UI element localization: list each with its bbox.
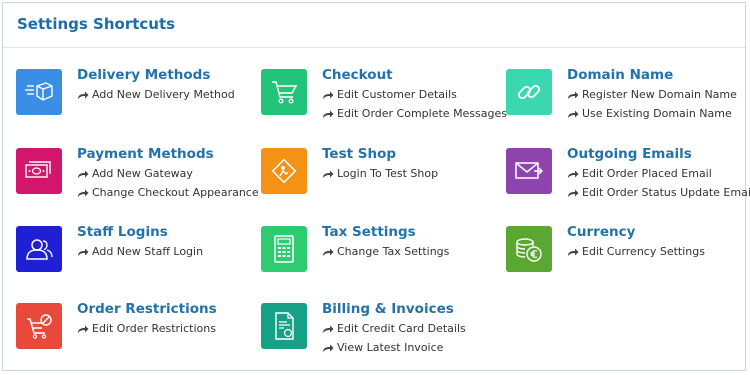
- edit-order-status-update-email-link[interactable]: Edit Order Status Update Email: [567, 186, 750, 199]
- delivery-methods-tile[interactable]: [16, 69, 62, 115]
- billing-invoices-tile[interactable]: [261, 303, 307, 349]
- outgoing-emails-tile[interactable]: [506, 148, 552, 194]
- share-arrow-icon: [567, 188, 579, 198]
- link-label: Add New Staff Login: [92, 245, 204, 258]
- currency-title[interactable]: Currency: [567, 224, 635, 240]
- test-shop-title[interactable]: Test Shop: [322, 146, 396, 162]
- billing-invoices-title[interactable]: Billing & Invoices: [322, 301, 454, 317]
- edit-order-complete-messages-link[interactable]: Edit Order Complete Messages: [322, 107, 507, 120]
- shortcut-staff-logins: Staff Logins Add New Staff Login: [16, 224, 256, 286]
- share-arrow-icon: [77, 188, 89, 198]
- panel-header: Settings Shortcuts: [3, 3, 745, 48]
- link-label: Edit Credit Card Details: [337, 322, 466, 335]
- share-arrow-icon: [322, 169, 334, 179]
- view-latest-invoice-link[interactable]: View Latest Invoice: [322, 341, 443, 354]
- checkout-tile[interactable]: [261, 69, 307, 115]
- staff-logins-title[interactable]: Staff Logins: [77, 224, 168, 240]
- payment-methods-title[interactable]: Payment Methods: [77, 146, 214, 162]
- share-arrow-icon: [77, 169, 89, 179]
- link-label: Edit Currency Settings: [582, 245, 705, 258]
- link-label: Change Tax Settings: [337, 245, 450, 258]
- edit-customer-details-link[interactable]: Edit Customer Details: [322, 88, 457, 101]
- add-new-gateway-link[interactable]: Add New Gateway: [77, 167, 193, 180]
- cash-icon: [25, 161, 51, 178]
- panel-title: Settings Shortcuts: [17, 15, 176, 33]
- shortcut-outgoing-emails: Outgoing Emails Edit Order Placed Email …: [506, 146, 750, 208]
- domain-name-tile[interactable]: [506, 69, 552, 115]
- link-label: Register New Domain Name: [582, 88, 737, 101]
- invoice-icon: [275, 312, 294, 340]
- link-label: Edit Order Restrictions: [92, 322, 216, 335]
- share-arrow-icon: [322, 247, 334, 257]
- add-new-staff-login-link[interactable]: Add New Staff Login: [77, 245, 203, 258]
- checkout-title[interactable]: Checkout: [322, 67, 393, 83]
- share-arrow-icon: [77, 324, 89, 334]
- domain-name-title[interactable]: Domain Name: [567, 67, 673, 83]
- delivery-methods-title[interactable]: Delivery Methods: [77, 67, 210, 83]
- restricted-cart-icon: [27, 314, 52, 339]
- link-label: Change Checkout Appearance: [92, 186, 259, 199]
- add-new-delivery-method-link[interactable]: Add New Delivery Method: [77, 88, 235, 101]
- share-arrow-icon: [322, 90, 334, 100]
- staff-logins-tile[interactable]: [16, 226, 62, 272]
- link-label: Login To Test Shop: [337, 167, 439, 180]
- currency-tile[interactable]: [506, 226, 552, 272]
- users-icon: [26, 239, 53, 260]
- delivery-truck-icon: [25, 82, 53, 101]
- shortcut-domain-name: Domain Name Register New Domain Name Use…: [506, 67, 746, 129]
- shortcut-tax-settings: Tax Settings Change Tax Settings: [261, 224, 501, 286]
- share-arrow-icon: [567, 90, 579, 100]
- register-new-domain-name-link[interactable]: Register New Domain Name: [567, 88, 737, 101]
- link-label: Use Existing Domain Name: [582, 107, 732, 120]
- chain-link-icon: [517, 84, 541, 100]
- order-restrictions-title[interactable]: Order Restrictions: [77, 301, 217, 317]
- link-label: Edit Order Placed Email: [582, 167, 712, 180]
- link-label: Add New Gateway: [92, 167, 193, 180]
- link-label: Edit Customer Details: [337, 88, 457, 101]
- share-arrow-icon: [77, 90, 89, 100]
- change-tax-settings-link[interactable]: Change Tax Settings: [322, 245, 449, 258]
- shopping-cart-icon: [272, 81, 298, 104]
- change-checkout-appearance-link[interactable]: Change Checkout Appearance: [77, 186, 259, 199]
- shortcut-order-restrictions: Order Restrictions Edit Order Restrictio…: [16, 301, 256, 363]
- edit-credit-card-details-link[interactable]: Edit Credit Card Details: [322, 322, 466, 335]
- share-arrow-icon: [322, 324, 334, 334]
- share-arrow-icon: [567, 247, 579, 257]
- test-shop-tile[interactable]: [261, 148, 307, 194]
- share-arrow-icon: [567, 109, 579, 119]
- shortcut-currency: Currency Edit Currency Settings: [506, 224, 746, 286]
- link-label: Edit Order Complete Messages: [337, 107, 508, 120]
- edit-order-placed-email-link[interactable]: Edit Order Placed Email: [567, 167, 712, 180]
- shortcut-test-shop: Test Shop Login To Test Shop: [261, 146, 501, 208]
- use-existing-domain-name-link[interactable]: Use Existing Domain Name: [567, 107, 732, 120]
- link-label: View Latest Invoice: [337, 341, 444, 354]
- outgoing-emails-title[interactable]: Outgoing Emails: [567, 146, 692, 162]
- link-label: Add New Delivery Method: [92, 88, 235, 101]
- share-arrow-icon: [322, 109, 334, 119]
- envelope-icon: [515, 162, 543, 179]
- payment-methods-tile[interactable]: [16, 148, 62, 194]
- tax-settings-tile[interactable]: [261, 226, 307, 272]
- share-arrow-icon: [567, 169, 579, 179]
- shortcut-payment-methods: Payment Methods Add New Gateway Change C…: [16, 146, 259, 208]
- share-arrow-icon: [77, 247, 89, 257]
- shortcut-delivery-methods: Delivery Methods Add New Delivery Method: [16, 67, 256, 129]
- calculator-icon: [274, 235, 294, 263]
- order-restrictions-tile[interactable]: [16, 303, 62, 349]
- login-to-test-shop-link[interactable]: Login To Test Shop: [322, 167, 438, 180]
- share-arrow-icon: [322, 343, 334, 353]
- test-shop-icon: [271, 158, 297, 184]
- shortcut-checkout: Checkout Edit Customer Details Edit Orde…: [261, 67, 507, 129]
- edit-order-restrictions-link[interactable]: Edit Order Restrictions: [77, 322, 216, 335]
- settings-shortcuts-panel: Settings Shortcuts Delivery Methods Add …: [2, 2, 750, 371]
- link-label: Edit Order Status Update Email: [582, 186, 750, 199]
- tax-settings-title[interactable]: Tax Settings: [322, 224, 416, 240]
- shortcut-billing-invoices: Billing & Invoices Edit Credit Card Deta…: [261, 301, 501, 363]
- coins-icon: [516, 238, 542, 262]
- edit-currency-settings-link[interactable]: Edit Currency Settings: [567, 245, 705, 258]
